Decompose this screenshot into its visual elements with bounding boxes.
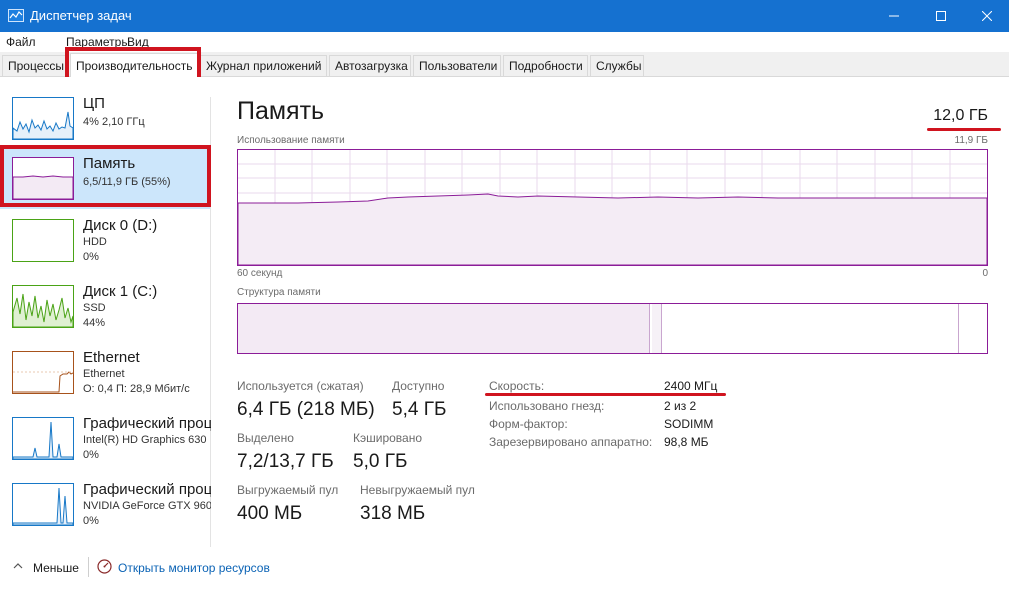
sidebar-item-detail: 0% [83,449,99,461]
sidebar-item-type: SSD [83,302,106,314]
title-bar: Диспетчер задач [0,0,1009,32]
chevron-up-icon[interactable] [12,560,24,572]
sidebar-item-detail: О: 0,4 П: 28,9 Мбит/с [83,383,190,395]
slots-used-label: Использовано гнезд: [489,399,605,413]
memory-structure-bar [237,303,988,354]
sidebar-item-detail: 0% [83,515,99,527]
gpu1-thumbnail-graph [12,483,74,526]
tab-services[interactable]: Службы [590,55,644,76]
memory-panel: Память 12,0 ГБ Использование памяти 11,9… [212,77,1009,547]
sidebar-item-gpu1[interactable]: Графический процессор 1 NVIDIA GeForce G… [0,473,211,535]
tab-details[interactable]: Подробности [503,55,588,76]
sidebar-item-type: NVIDIA GeForce GTX 960M [83,500,211,512]
nonpaged-pool-value: 318 МБ [360,503,426,524]
sidebar-item-cpu[interactable]: ЦП 4% 2,10 ГГц [0,87,210,149]
structure-in-use [238,304,650,353]
sidebar-item-detail: 0% [83,251,99,263]
usage-graph-label: Использование памяти [237,135,345,146]
speed-value: 2400 МГц [664,379,718,393]
footer-separator [88,557,89,577]
task-manager-icon [8,9,24,22]
form-factor-label: Форм-фактор: [489,417,568,431]
sidebar-item-type: Ethernet [83,368,125,380]
total-underline [927,128,1001,131]
open-resource-monitor-link[interactable]: Открыть монитор ресурсов [118,561,270,575]
fewer-details-button[interactable]: Меньше [33,561,79,575]
sidebar-item-label: Графический процессор 1 [83,481,211,498]
footer: Меньше Открыть монитор ресурсов [0,547,1009,591]
paged-pool-value: 400 МБ [237,503,303,524]
resource-monitor-icon[interactable] [97,559,112,574]
minimize-button[interactable] [871,0,917,32]
sidebar-item-label: Ethernet [83,349,140,366]
sidebar-item-label: Диск 0 (D:) [83,217,158,234]
page-title: Память [237,97,325,125]
sidebar-item-type: Intel(R) HD Graphics 630 [83,434,207,446]
form-factor-value: SODIMM [664,417,714,431]
sidebar-item-type: HDD [83,236,107,248]
sidebar-item-label: ЦП [83,95,105,112]
memory-highlight-box [0,145,211,207]
sidebar-item-detail: 44% [83,317,106,329]
hardware-reserved-value: 98,8 МБ [664,435,709,449]
sidebar-item-ethernet[interactable]: Ethernet Ethernet О: 0,4 П: 28,9 Мбит/с [0,341,210,403]
usage-graph-max: 11,9 ГБ [954,135,988,146]
tab-app-history[interactable]: Журнал приложений [200,55,327,76]
committed-value: 7,2/13,7 ГБ [237,451,334,472]
sidebar-item-gpu0[interactable]: Графический процессор 0 Intel(R) HD Grap… [0,407,211,469]
disk1-thumbnail-graph [12,285,74,328]
total-memory: 12,0 ГБ [933,107,988,124]
available-label: Доступно [392,379,445,393]
sidebar-item-disk1[interactable]: Диск 1 (C:) SSD 44% [0,275,210,337]
memory-usage-svg [237,150,988,266]
speed-underline [485,393,726,396]
sidebar-item-detail: 4% 2,10 ГГц [83,116,145,128]
cpu-thumbnail-graph [12,97,74,140]
cached-value: 5,0 ГБ [353,451,408,472]
sidebar-item-label: Графический процессор 0 [83,415,211,432]
disk0-thumbnail-graph [12,219,74,262]
structure-label: Структура памяти [237,287,321,298]
available-value: 5,4 ГБ [392,399,447,420]
committed-label: Выделено [237,431,294,445]
gpu0-thumbnail-graph [12,417,74,460]
memory-usage-graph [237,149,988,266]
sidebar-item-label: Диск 1 (C:) [83,283,158,300]
tab-startup[interactable]: Автозагрузка [329,55,411,76]
structure-modified [652,304,662,353]
sidebar-item-disk0[interactable]: Диск 0 (D:) HDD 0% [0,209,210,271]
menu-file[interactable]: Файл [6,35,36,49]
slots-used-value: 2 из 2 [664,399,697,413]
cached-label: Кэшировано [353,431,423,445]
hardware-reserved-label: Зарезервировано аппаратно: [489,435,653,449]
axis-right-label: 0 [982,268,988,279]
in-use-label: Используется (сжатая) [237,379,364,393]
tab-processes[interactable]: Процессы [2,55,68,76]
ethernet-thumbnail-graph [12,351,74,394]
structure-free-separator [958,304,959,353]
in-use-value: 6,4 ГБ (218 МБ) [237,399,375,420]
maximize-button[interactable] [918,0,964,32]
nonpaged-pool-label: Невыгружаемый пул [360,483,475,497]
axis-left-label: 60 секунд [237,268,283,279]
tab-users[interactable]: Пользователи [413,55,501,76]
close-button[interactable] [964,0,1009,32]
window-title: Диспетчер задач [30,8,132,23]
paged-pool-label: Выгружаемый пул [237,483,339,497]
speed-label: Скорость: [489,379,545,393]
